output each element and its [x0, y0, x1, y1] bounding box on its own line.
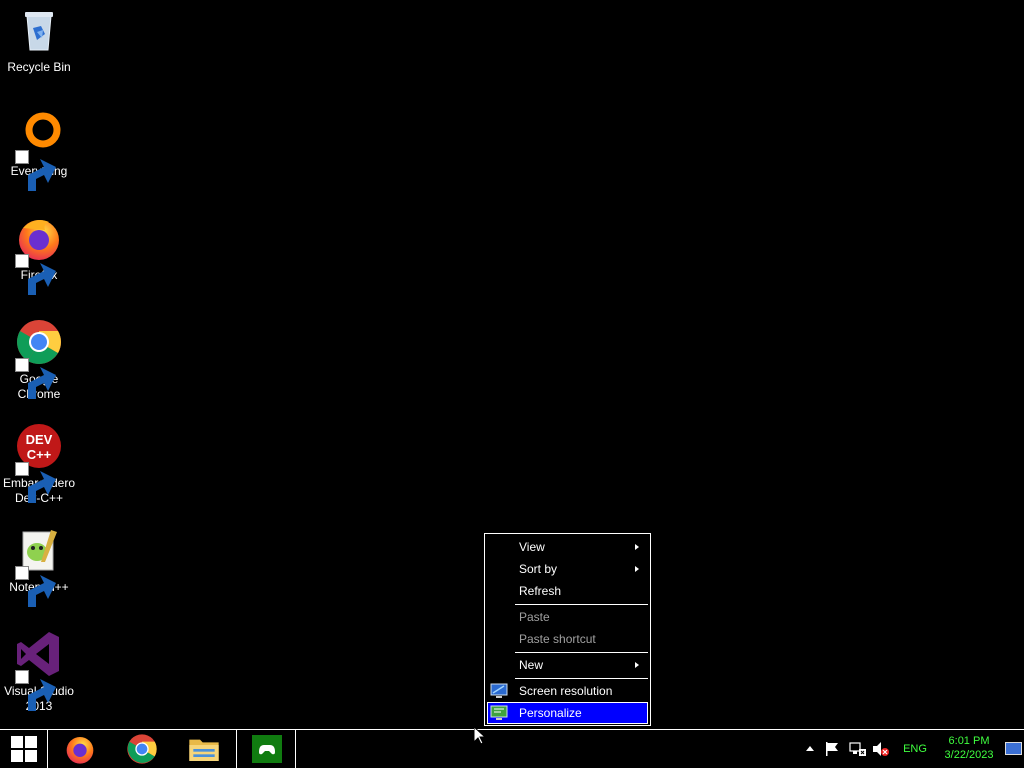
taskbar-chrome-button[interactable] [111, 730, 173, 768]
desktop-context-menu: View Sort by Refresh Paste Paste shortcu… [484, 533, 651, 726]
monitor-icon [490, 705, 508, 720]
menu-item-label: Sort by [519, 562, 558, 576]
show-desktop-button[interactable] [1004, 730, 1024, 768]
shortcut-arrow-icon [15, 150, 56, 191]
chrome-icon [127, 734, 157, 764]
notepadpp-icon [15, 526, 63, 607]
desktop-icon-everything[interactable]: Everything [2, 110, 76, 191]
taskbar-firefox-button[interactable] [49, 730, 111, 768]
desktop-icon-firefox[interactable]: Firefox [2, 214, 76, 295]
taskbar-xbox-button[interactable] [238, 730, 296, 768]
desktop-icon-notepadpp[interactable]: Notepad++ [2, 526, 76, 607]
menu-item-label: Screen resolution [519, 684, 613, 698]
menu-item-label: Paste [519, 610, 550, 624]
shortcut-arrow-icon [15, 358, 56, 399]
action-center-flag-button[interactable] [824, 730, 842, 768]
menu-item-screen-resolution[interactable]: Screen resolution [487, 680, 648, 702]
desktop-icon-label: Recycle Bin [7, 60, 71, 74]
firefox-icon [15, 214, 63, 295]
network-button[interactable] [849, 730, 867, 768]
clock-time: 6:01 PM [948, 735, 990, 747]
menu-separator [515, 678, 648, 679]
shortcut-arrow-icon [15, 462, 56, 503]
menu-item-label: View [519, 540, 545, 554]
firefox-icon [66, 737, 94, 764]
menu-item-paste-shortcut[interactable]: Paste shortcut [487, 628, 648, 650]
svg-text:C++: C++ [27, 447, 52, 462]
show-hidden-icons-button[interactable] [802, 730, 816, 768]
chrome-icon [15, 318, 63, 399]
menu-item-refresh[interactable]: Refresh [487, 580, 648, 602]
visual-studio-icon [15, 630, 63, 711]
desktop-icon-recycle-bin[interactable]: Recycle Bin [2, 6, 76, 75]
svg-text:DEV: DEV [26, 432, 53, 447]
desktop[interactable]: Recycle Bin Everything [0, 0, 1024, 729]
xbox-icon [252, 735, 282, 763]
chevron-up-icon [806, 746, 814, 751]
submenu-arrow-icon [635, 544, 639, 550]
mouse-cursor-icon [474, 727, 486, 745]
volume-button[interactable] [872, 730, 892, 768]
shortcut-arrow-icon [15, 254, 56, 295]
file-explorer-icon [189, 739, 219, 761]
menu-separator [515, 652, 648, 653]
taskbar-file-explorer-button[interactable] [173, 730, 237, 768]
recycle-bin-icon [15, 6, 63, 54]
menu-item-label: Refresh [519, 584, 562, 598]
submenu-arrow-icon [635, 566, 639, 572]
flag-icon [826, 742, 838, 756]
desktop-icon-google-chrome[interactable]: Google Chrome [2, 318, 76, 402]
shortcut-arrow-icon [15, 566, 56, 607]
windows-logo-icon [11, 736, 37, 762]
clock-date: 3/22/2023 [944, 749, 994, 761]
menu-separator [515, 604, 648, 605]
menu-item-label: Paste shortcut [519, 632, 596, 646]
volume-muted-icon [873, 742, 889, 756]
devcpp-icon: DEV C++ [15, 422, 63, 503]
menu-item-view[interactable]: View [487, 536, 648, 558]
menu-item-sort-by[interactable]: Sort by [487, 558, 648, 580]
menu-item-paste[interactable]: Paste [487, 606, 648, 628]
menu-item-new[interactable]: New [487, 654, 648, 676]
network-icon [849, 742, 866, 756]
clock[interactable]: 6:01 PM 3/22/2023 [938, 730, 1000, 768]
monitor-icon [490, 683, 508, 698]
submenu-arrow-icon [635, 662, 639, 668]
start-button[interactable] [0, 730, 48, 768]
everything-icon [15, 110, 63, 191]
desktop-preview-icon [1005, 742, 1022, 755]
desktop-icon-devcpp[interactable]: DEV C++ Embarcadero Dev-C++ [2, 422, 76, 506]
language-indicator[interactable]: ENG [900, 730, 930, 768]
menu-item-personalize[interactable]: Personalize [487, 702, 648, 724]
taskbar: ENG 6:01 PM 3/22/2023 [0, 729, 1024, 768]
menu-item-label: Personalize [519, 706, 582, 720]
shortcut-arrow-icon [15, 670, 56, 711]
menu-item-label: New [519, 658, 544, 672]
desktop-icon-visual-studio[interactable]: Visual Studio 2013 [2, 630, 76, 714]
